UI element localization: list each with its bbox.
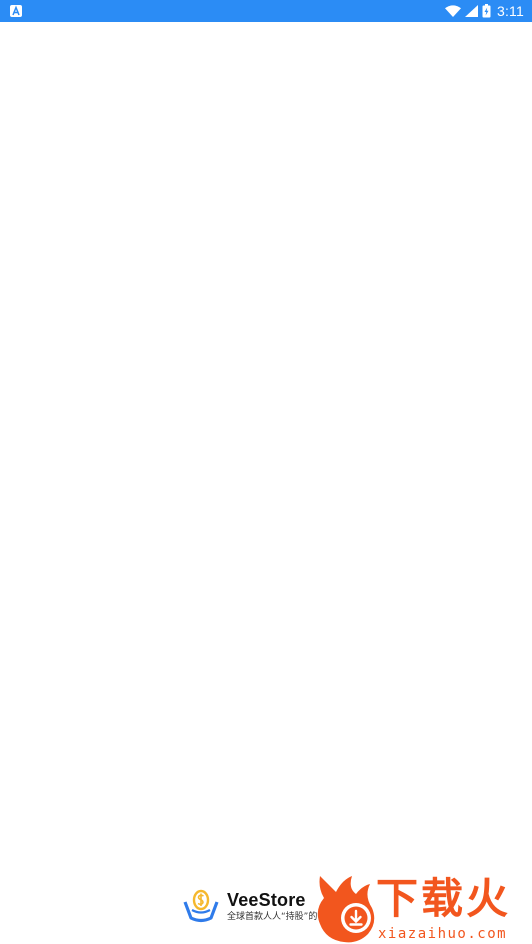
notification-a-icon [10, 5, 22, 17]
watermark-title: 下载火 [376, 874, 512, 923]
splash-screen: 3:11 VeeStore 全球首款人人“持股”的 下载火 xiazaihuo.… [0, 0, 532, 944]
splash-body [0, 22, 532, 944]
status-icons: 3:11 [444, 0, 524, 22]
app-tagline: 全球首款人人“持股”的 [227, 911, 317, 922]
cell-signal-icon [464, 5, 478, 17]
app-name: VeeStore [227, 889, 306, 910]
status-time: 3:11 [496, 3, 524, 19]
app-branding: VeeStore 全球首款人人“持股”的 [182, 886, 317, 926]
watermark-url: xiazaihuo.com [378, 926, 508, 942]
flame-download-icon [317, 876, 375, 943]
coin-basket-icon [183, 889, 219, 923]
site-watermark: 下载火 xiazaihuo.com [312, 872, 532, 944]
brand-text: VeeStore 全球首款人人“持股”的 [227, 891, 317, 922]
wifi-icon [444, 5, 461, 17]
status-bar: 3:11 [0, 0, 532, 22]
battery-charging-icon [482, 4, 491, 18]
